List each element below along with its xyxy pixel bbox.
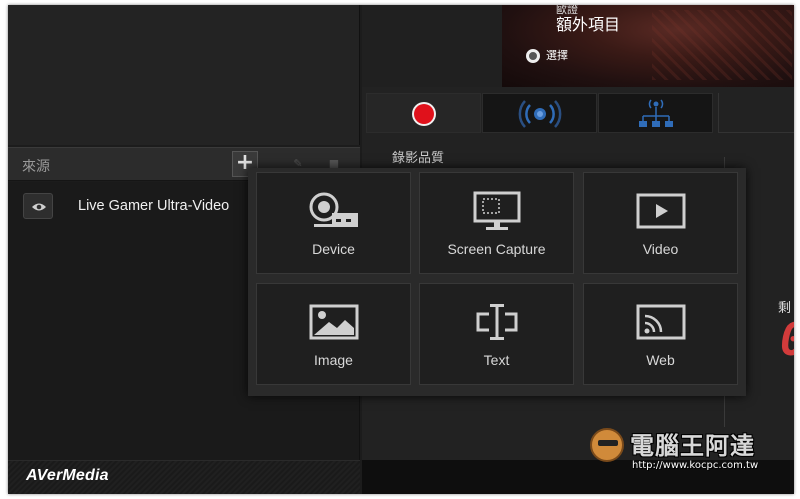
play-icon	[636, 193, 685, 229]
menu-item-label: Device	[312, 241, 355, 257]
brand-bar: AVerMedia	[8, 460, 360, 494]
add-source-menu: Device Screen Capture Video Image Text W…	[248, 168, 746, 396]
watermark: 電腦王阿達 http://www.kocpc.com.tw	[584, 418, 784, 478]
select-label: 選擇	[546, 49, 568, 62]
record-icon	[412, 102, 436, 126]
visibility-toggle[interactable]	[23, 193, 53, 219]
top-panel	[362, 5, 502, 87]
sources-title: 來源	[22, 159, 50, 175]
menu-item-device[interactable]: Device	[256, 172, 411, 274]
cast-icon	[636, 304, 685, 340]
stream-icon	[518, 100, 562, 128]
tab-stream[interactable]	[482, 93, 597, 133]
record-tabs	[366, 93, 714, 133]
network-icon	[639, 99, 673, 127]
select-button[interactable]: 選擇	[526, 47, 568, 63]
quality-label: 錄影品質	[392, 151, 445, 166]
monitor-icon	[473, 191, 520, 230]
menu-item-label: Screen Capture	[447, 241, 546, 257]
menu-item-image[interactable]: Image	[256, 283, 411, 385]
mascot-icon	[590, 428, 624, 462]
tab-record[interactable]	[366, 93, 481, 133]
brand-logo: AVerMedia	[26, 467, 109, 484]
remaining-label: 剩	[778, 301, 792, 316]
menu-item-video[interactable]: Video	[583, 172, 738, 274]
watermark-url: http://www.kocpc.com.tw	[632, 460, 759, 471]
menu-item-text[interactable]: Text	[419, 283, 574, 385]
thumbnail-label: 額外項目	[556, 15, 621, 34]
webcam-icon	[309, 192, 358, 227]
game-thumbnail: 歐證 額外項目 選擇	[502, 5, 794, 87]
preview-area	[8, 5, 360, 145]
source-name: Live Gamer Ultra-Video	[78, 198, 230, 214]
image-icon	[309, 304, 358, 340]
menu-item-label: Text	[483, 352, 510, 368]
text-cursor-icon	[476, 304, 517, 340]
side-strip	[718, 93, 794, 133]
remaining-value: 0	[780, 315, 794, 366]
thumbnail-art	[652, 10, 792, 80]
menu-item-web[interactable]: Web	[583, 283, 738, 385]
menu-item-label: Web	[646, 352, 675, 368]
eye-icon	[32, 203, 46, 211]
tab-network[interactable]	[598, 93, 713, 133]
menu-item-screen-capture[interactable]: Screen Capture	[419, 172, 574, 274]
watermark-title: 電腦王阿達	[630, 432, 755, 460]
menu-item-label: Image	[314, 352, 353, 368]
select-circle-icon	[526, 49, 540, 63]
menu-item-label: Video	[642, 241, 679, 257]
